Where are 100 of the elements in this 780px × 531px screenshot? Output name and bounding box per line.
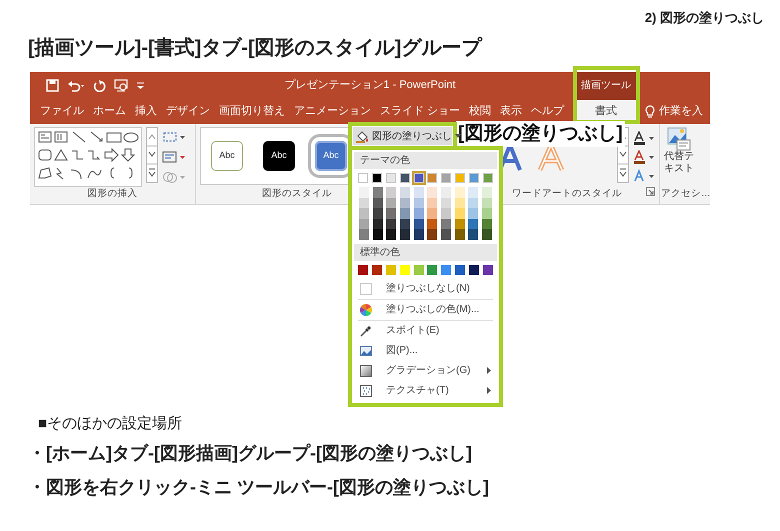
presenter-icon[interactable] xyxy=(114,79,128,92)
color-swatch[interactable] xyxy=(414,229,424,240)
color-swatch[interactable] xyxy=(414,208,424,218)
menu-item[interactable]: スポイト(E) xyxy=(354,320,497,340)
text-box-icon[interactable] xyxy=(162,150,186,162)
color-swatch[interactable] xyxy=(414,198,424,208)
color-swatch[interactable] xyxy=(400,208,410,218)
texture-icon xyxy=(360,384,372,396)
color-swatch[interactable] xyxy=(372,229,383,240)
ribbon-tab[interactable]: デザイン xyxy=(166,100,210,124)
shape-style-preset[interactable]: Abc xyxy=(315,140,347,170)
color-swatch[interactable] xyxy=(372,264,382,274)
ribbon-tab[interactable]: ヘルプ xyxy=(531,100,564,124)
dialog-launcher-icon[interactable] xyxy=(646,186,655,196)
ribbon-tab[interactable]: 校閲 xyxy=(469,100,492,124)
lightbulb-icon[interactable] xyxy=(645,104,655,118)
shape-style-preset[interactable]: Abc xyxy=(211,140,243,170)
color-swatch[interactable] xyxy=(359,187,369,198)
redo-icon[interactable] xyxy=(93,79,106,92)
alt-text-button[interactable]: 代替テキスト xyxy=(661,126,697,186)
color-swatch[interactable] xyxy=(454,229,465,240)
customize-caret-icon[interactable] xyxy=(136,82,145,90)
shape-style-preset[interactable]: Abc xyxy=(263,140,295,170)
menu-item[interactable]: グラデーション(G) xyxy=(354,360,497,380)
color-swatch[interactable] xyxy=(441,264,452,274)
color-swatch[interactable] xyxy=(454,218,465,229)
color-swatch[interactable] xyxy=(469,264,479,274)
tell-me-search-text[interactable]: 作業を入 xyxy=(659,103,703,120)
gallery-scroll-bar[interactable] xyxy=(146,126,158,182)
ribbon-tab[interactable]: 挿入 xyxy=(135,100,157,124)
undo-icon[interactable] xyxy=(67,79,85,92)
text-fill-icon[interactable] xyxy=(633,130,655,144)
color-swatch[interactable] xyxy=(454,187,465,198)
color-swatch[interactable] xyxy=(440,229,451,240)
picture-card-icon xyxy=(667,126,691,150)
menu-item[interactable]: テクスチャ(T) xyxy=(354,380,497,400)
color-swatch[interactable] xyxy=(400,229,410,240)
ribbon-tab[interactable]: 表示 xyxy=(500,100,522,124)
text-outline-icon[interactable] xyxy=(633,150,655,164)
menu-section-header: 標準の色 xyxy=(354,244,497,260)
color-swatch[interactable] xyxy=(427,229,438,240)
color-swatch[interactable] xyxy=(359,218,369,229)
color-swatch[interactable] xyxy=(386,218,396,229)
color-swatch[interactable] xyxy=(359,208,369,218)
eyedropper-icon xyxy=(360,324,372,336)
color-swatch[interactable] xyxy=(482,208,492,218)
ribbon-tab[interactable]: スライド ショー xyxy=(380,100,460,124)
note-line: ・図形を右クリック-ミニ ツールバー-[図形の塗りつぶし] xyxy=(28,476,490,499)
text-effects-icon[interactable] xyxy=(633,168,655,182)
color-swatch[interactable] xyxy=(427,198,438,208)
color-swatch[interactable] xyxy=(386,208,396,218)
menu-item[interactable]: 図(P)... xyxy=(354,340,497,360)
color-swatch[interactable] xyxy=(359,229,369,240)
color-swatch[interactable] xyxy=(427,208,438,218)
color-swatch[interactable] xyxy=(427,264,438,274)
color-swatch[interactable] xyxy=(440,218,451,229)
color-swatch[interactable] xyxy=(372,218,383,229)
color-swatch[interactable] xyxy=(372,208,383,218)
color-swatch[interactable] xyxy=(454,208,465,218)
color-swatch[interactable] xyxy=(414,264,424,274)
color-swatch[interactable] xyxy=(482,264,493,274)
color-swatch[interactable] xyxy=(386,198,396,208)
color-swatch[interactable] xyxy=(400,198,410,208)
color-swatch[interactable] xyxy=(468,229,478,240)
color-swatch[interactable] xyxy=(414,187,424,198)
color-swatch[interactable] xyxy=(400,187,410,198)
ribbon-tab[interactable]: 画面切り替え xyxy=(219,100,285,124)
edit-shape-icon[interactable] xyxy=(162,130,186,142)
menu-item[interactable]: 塗りつぶしなし(N) xyxy=(354,278,497,298)
paint-bucket-icon xyxy=(356,130,369,142)
color-swatch[interactable] xyxy=(386,187,396,198)
color-swatch[interactable] xyxy=(427,187,438,198)
no-fill-swatch-icon xyxy=(360,282,372,294)
color-swatch[interactable] xyxy=(372,198,383,208)
save-icon[interactable] xyxy=(46,79,59,92)
color-swatch[interactable] xyxy=(359,198,369,208)
color-swatch[interactable] xyxy=(468,198,478,208)
color-swatch[interactable] xyxy=(468,208,478,218)
color-swatch[interactable] xyxy=(482,218,492,229)
color-swatch[interactable] xyxy=(482,187,492,198)
color-swatch[interactable] xyxy=(440,208,451,218)
color-swatch[interactable] xyxy=(440,187,451,198)
color-swatch[interactable] xyxy=(427,218,438,229)
ribbon-tab[interactable]: ホーム xyxy=(93,100,126,124)
menu-item[interactable]: 塗りつぶしの色(M)... xyxy=(354,300,497,320)
color-swatch[interactable] xyxy=(455,264,466,274)
color-swatch[interactable] xyxy=(482,198,492,208)
color-swatch[interactable] xyxy=(468,218,478,229)
color-swatch[interactable] xyxy=(454,198,465,208)
color-swatch[interactable] xyxy=(482,229,492,240)
ribbon-tab[interactable]: アニメーション xyxy=(294,100,371,124)
color-swatch[interactable] xyxy=(468,187,478,198)
merge-shapes-icon[interactable] xyxy=(162,170,186,182)
color-swatch[interactable] xyxy=(372,187,383,198)
color-swatch[interactable] xyxy=(440,198,451,208)
ribbon-tab[interactable]: ファイル xyxy=(40,100,84,124)
color-swatch[interactable] xyxy=(414,218,424,229)
color-swatch[interactable] xyxy=(400,218,410,229)
color-swatch[interactable] xyxy=(386,229,396,240)
color-swatch[interactable] xyxy=(358,264,368,274)
